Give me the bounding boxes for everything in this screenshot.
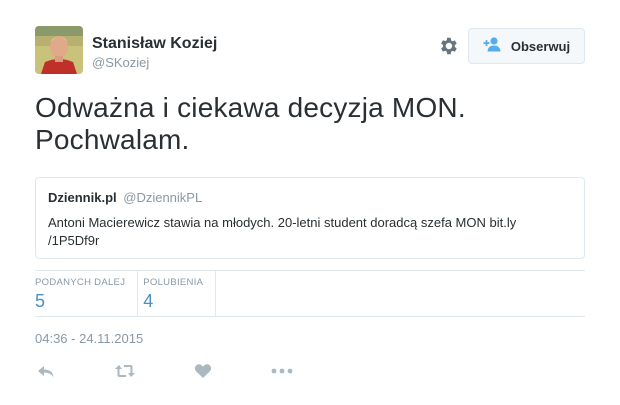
retweet-icon[interactable]	[114, 360, 136, 382]
tweet-text-line1: Odważna i ciekawa decyzja MON.	[35, 92, 466, 123]
quoted-tweet-text: Antoni Macierewicz stawia na młodych. 20…	[48, 215, 517, 248]
timestamp[interactable]: 04:36 - 24.11.2015	[35, 331, 143, 346]
reply-icon[interactable]	[35, 360, 57, 382]
author-name[interactable]: Stanisław Koziej	[92, 34, 217, 54]
heart-icon[interactable]	[192, 360, 214, 382]
tweet-text-line2: Pochwalam.	[35, 124, 190, 155]
quoted-tweet-author: Dziennik.pl	[48, 190, 117, 205]
follow-button-label: Obserwuj	[510, 38, 571, 54]
likes-stat[interactable]: POLUBIENIA 4	[137, 270, 215, 316]
add-user-icon	[483, 36, 503, 57]
divider	[215, 270, 216, 316]
quoted-tweet-header: Dziennik.pl @DziennikPL	[48, 190, 572, 206]
likes-count: 4	[143, 291, 154, 311]
retweets-label: PODANYCH DALEJ	[35, 277, 126, 288]
profile-photo	[35, 26, 83, 74]
likes-label: POLUBIENIA	[143, 277, 204, 288]
divider	[35, 316, 585, 317]
tweet-text: Odważna i ciekawa decyzja MON. Pochwalam…	[35, 92, 595, 156]
author-handle[interactable]: @SKoziej	[92, 55, 149, 71]
follow-button[interactable]: Obserwuj	[468, 28, 585, 64]
retweets-stat[interactable]: PODANYCH DALEJ 5	[35, 270, 137, 316]
gear-icon[interactable]	[437, 35, 459, 57]
quoted-tweet-handle: @DziennikPL	[123, 190, 203, 205]
more-icon[interactable]	[270, 360, 294, 382]
tweet-stats: PODANYCH DALEJ 5 POLUBIENIA 4	[35, 270, 215, 316]
retweets-count: 5	[35, 291, 46, 311]
avatar[interactable]	[35, 26, 83, 74]
quoted-tweet[interactable]: Dziennik.pl @DziennikPL Antoni Macierewi…	[35, 177, 585, 259]
